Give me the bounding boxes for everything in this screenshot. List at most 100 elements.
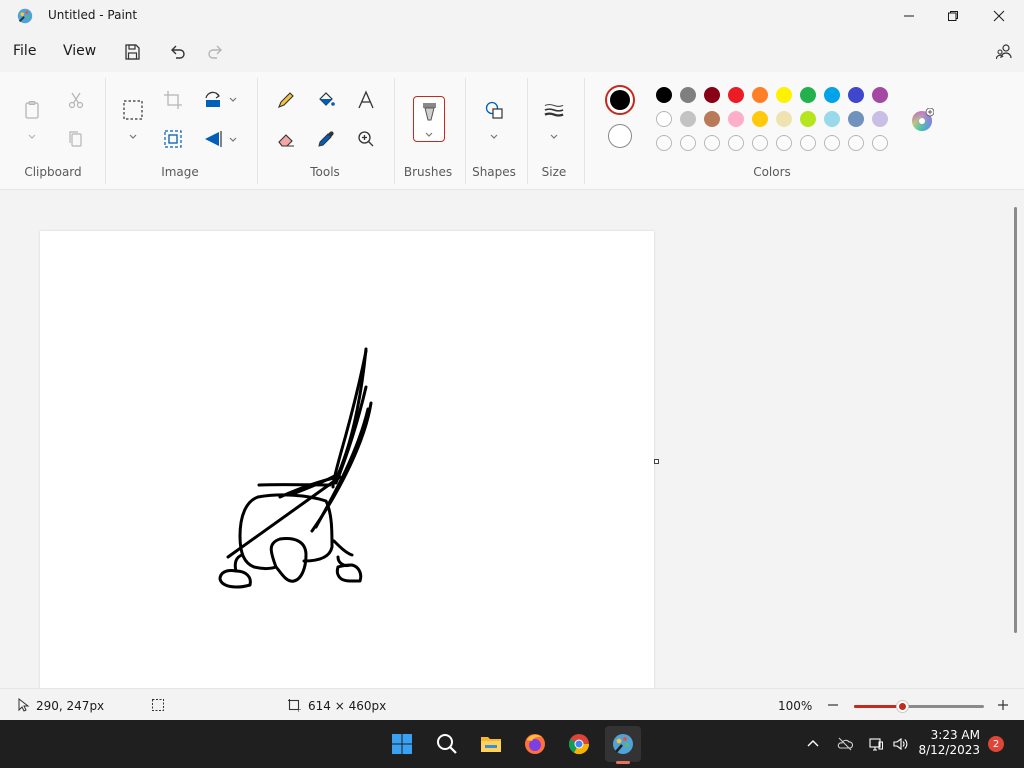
redo-icon xyxy=(208,45,222,59)
custom-color-slot[interactable] xyxy=(728,135,744,151)
close-button[interactable] xyxy=(976,0,1022,32)
color-swatch[interactable] xyxy=(776,111,792,127)
undo-button[interactable] xyxy=(163,40,191,64)
magnifier-button[interactable] xyxy=(352,125,380,153)
edit-colors-button[interactable] xyxy=(910,107,935,132)
search-button[interactable] xyxy=(429,726,465,762)
custom-color-slot[interactable] xyxy=(800,135,816,151)
color-swatch[interactable] xyxy=(848,111,864,127)
brushes-button[interactable] xyxy=(413,96,445,142)
color-swatch[interactable] xyxy=(728,87,744,103)
taskbar: 3:23 AM 8/12/2023 xyxy=(0,720,1024,768)
crop-icon xyxy=(164,91,182,109)
minimize-button[interactable] xyxy=(886,0,932,32)
menu-file[interactable]: File xyxy=(13,43,36,59)
people-icon xyxy=(995,44,1012,60)
ribbon-separator xyxy=(105,78,106,184)
color-swatch[interactable] xyxy=(656,111,672,127)
redo-button[interactable] xyxy=(202,40,230,64)
menu-view[interactable]: View xyxy=(63,43,96,59)
custom-color-slot[interactable] xyxy=(776,135,792,151)
secondary-color-button[interactable] xyxy=(608,124,632,148)
clock-time: 3:23 AM xyxy=(930,728,980,742)
custom-color-slot[interactable] xyxy=(680,135,696,151)
shapes-group-label: Shapes xyxy=(472,165,516,179)
custom-color-slot[interactable] xyxy=(872,135,888,151)
select-button[interactable] xyxy=(119,96,147,124)
canvas-resize-handle[interactable] xyxy=(654,459,659,464)
pointer-icon xyxy=(18,698,30,712)
volume-icon[interactable] xyxy=(892,736,908,752)
windows-logo-icon xyxy=(392,734,412,754)
custom-color-slot[interactable] xyxy=(656,135,672,151)
colors-group-label: Colors xyxy=(753,165,791,179)
file-explorer-button[interactable] xyxy=(473,726,509,762)
color-swatch[interactable] xyxy=(848,87,864,103)
size-button[interactable] xyxy=(540,96,568,124)
cut-button[interactable] xyxy=(62,86,90,114)
color-swatch[interactable] xyxy=(776,87,792,103)
zoom-slider-thumb[interactable] xyxy=(897,701,909,712)
copy-button[interactable] xyxy=(62,125,90,153)
notification-badge[interactable]: 2 xyxy=(988,736,1004,752)
text-icon xyxy=(358,90,374,109)
clock[interactable]: 3:23 AM 8/12/2023 xyxy=(918,728,980,758)
crop-button[interactable] xyxy=(159,86,187,114)
chevron-down-icon xyxy=(229,97,237,102)
menu-bar: File View xyxy=(0,32,1024,72)
restore-button[interactable] xyxy=(930,0,976,32)
custom-color-slot[interactable] xyxy=(752,135,768,151)
color-swatch[interactable] xyxy=(824,87,840,103)
network-icon[interactable] xyxy=(868,736,884,752)
color-swatch[interactable] xyxy=(680,111,696,127)
onedrive-icon[interactable] xyxy=(837,736,853,752)
color-picker-button[interactable] xyxy=(312,125,340,153)
color-swatch[interactable] xyxy=(704,87,720,103)
paste-button[interactable] xyxy=(18,96,46,124)
start-button[interactable] xyxy=(384,726,420,762)
chrome-button[interactable] xyxy=(561,726,597,762)
eraser-button[interactable] xyxy=(272,125,300,153)
folder-icon xyxy=(481,737,501,752)
vertical-scrollbar[interactable] xyxy=(1014,207,1017,633)
color-swatch[interactable] xyxy=(752,87,768,103)
chevron-down-icon xyxy=(490,134,498,139)
color-swatch[interactable] xyxy=(800,111,816,127)
zoom-in-icon[interactable] xyxy=(996,698,1010,712)
zoom-slider[interactable] xyxy=(854,701,984,712)
pencil-button[interactable] xyxy=(272,86,300,114)
magnifier-icon xyxy=(358,131,374,147)
account-button[interactable] xyxy=(990,40,1018,64)
color-swatch[interactable] xyxy=(752,111,768,127)
color-swatch[interactable] xyxy=(872,111,888,127)
primary-color-button[interactable] xyxy=(605,85,635,115)
resize-button[interactable] xyxy=(159,125,187,153)
chevron-up-icon[interactable] xyxy=(805,736,821,752)
fill-button[interactable] xyxy=(312,86,340,114)
drawing-canvas[interactable] xyxy=(40,231,654,691)
color-swatch[interactable] xyxy=(824,111,840,127)
custom-color-slot[interactable] xyxy=(824,135,840,151)
firefox-button[interactable] xyxy=(517,726,553,762)
chevron-down-icon xyxy=(550,134,558,139)
color-swatch[interactable] xyxy=(872,87,888,103)
shapes-button[interactable] xyxy=(480,96,508,124)
brush-icon xyxy=(423,103,436,121)
selection-size-icon xyxy=(152,699,164,711)
color-swatch[interactable] xyxy=(680,87,696,103)
ribbon-separator xyxy=(257,78,258,184)
save-button[interactable] xyxy=(118,40,146,64)
zoom-out-icon[interactable] xyxy=(826,698,840,712)
color-swatch[interactable] xyxy=(800,87,816,103)
color-swatch[interactable] xyxy=(728,111,744,127)
paint-taskbar-button[interactable] xyxy=(605,726,641,762)
color-swatch[interactable] xyxy=(704,111,720,127)
custom-color-slot[interactable] xyxy=(848,135,864,151)
color-swatch[interactable] xyxy=(656,87,672,103)
custom-color-slot[interactable] xyxy=(704,135,720,151)
primary-color-swatch xyxy=(610,90,630,110)
rotate-button[interactable] xyxy=(199,86,227,114)
text-button[interactable] xyxy=(352,86,380,114)
flip-button[interactable] xyxy=(199,125,227,153)
window-title: Untitled - Paint xyxy=(48,8,138,22)
